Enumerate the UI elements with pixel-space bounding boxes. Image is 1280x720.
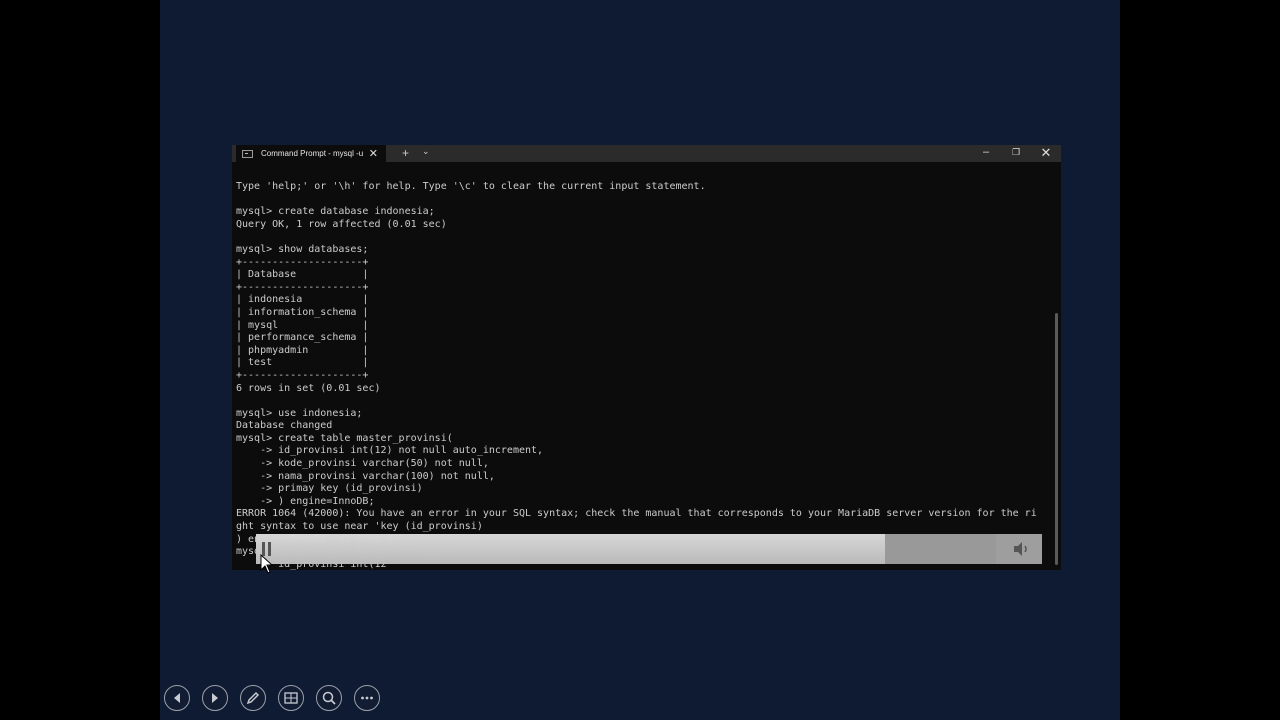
terminal-line: +--------------------+	[236, 281, 369, 293]
tab-close-icon[interactable]: ✕	[369, 147, 378, 160]
progress-fill	[256, 534, 885, 564]
title-bar: Command Prompt - mysql -u ✕ + ⌄ – ❐ ✕	[232, 145, 1061, 162]
new-tab-button[interactable]: +	[402, 146, 409, 160]
slides-grid-icon[interactable]	[278, 685, 304, 711]
terminal-icon	[242, 149, 253, 158]
terminal-line: -> id_provinsi int(12) not null auto_inc…	[236, 445, 544, 457]
more-options-icon[interactable]	[354, 685, 380, 711]
terminal-output[interactable]: Type 'help;' or '\h' for help. Type '\c'…	[236, 181, 1046, 571]
terminal-line: -> nama_provinsi varchar(100) not null,	[236, 470, 495, 482]
tab-dropdown-icon[interactable]: ⌄	[422, 146, 430, 157]
progress-track[interactable]	[256, 534, 996, 564]
terminal-line: | phpmyadmin |	[236, 344, 369, 356]
terminal-line: +--------------------+	[236, 369, 369, 381]
minimize-button[interactable]: –	[974, 145, 998, 162]
command-prompt-window[interactable]: Command Prompt - mysql -u ✕ + ⌄ – ❐ ✕ Ty…	[232, 145, 1061, 570]
terminal-line: Database changed	[236, 420, 333, 432]
terminal-line: mysql> create database indonesia;	[236, 206, 435, 218]
terminal-line: ght syntax to use near 'key (id_provinsi…	[236, 521, 483, 533]
terminal-line: -> ) engine=InnoDB;	[236, 495, 375, 507]
terminal-line: mysql> create table master_provinsi(	[236, 432, 453, 444]
previous-icon[interactable]	[164, 685, 190, 711]
tab-title: Command Prompt - mysql -u	[261, 149, 364, 158]
terminal-line: ERROR 1064 (42000): You have an error in…	[236, 508, 1037, 520]
terminal-line: | indonesia |	[236, 294, 369, 306]
terminal-line: | information_schema |	[236, 306, 369, 318]
terminal-line: Type 'help;' or '\h' for help. Type '\c'…	[236, 181, 706, 192]
terminal-line: 6 rows in set (0.01 sec)	[236, 382, 381, 394]
terminal-line: Query OK, 1 row affected (0.01 sec)	[236, 218, 447, 230]
zoom-icon[interactable]	[316, 685, 342, 711]
terminal-line: mysql> use indonesia;	[236, 407, 363, 419]
terminal-line: | performance_schema |	[236, 332, 369, 344]
pen-icon[interactable]	[240, 685, 266, 711]
terminal-line: | mysql |	[236, 319, 369, 331]
next-icon[interactable]	[202, 685, 228, 711]
terminal-line: +--------------------+	[236, 256, 369, 268]
maximize-button[interactable]: ❐	[1004, 145, 1028, 162]
scrollbar[interactable]	[1055, 313, 1058, 565]
media-controls	[256, 534, 1042, 564]
terminal-line: | test |	[236, 357, 369, 369]
volume-icon[interactable]	[1012, 541, 1032, 557]
mouse-cursor-icon	[260, 553, 274, 574]
terminal-tab[interactable]: Command Prompt - mysql -u ✕	[236, 145, 386, 162]
terminal-line: -> primay key (id_provinsi)	[236, 483, 423, 495]
terminal-line: -> kode_provinsi varchar(50) not null,	[236, 458, 489, 470]
terminal-line: mysql> show databases;	[236, 243, 369, 255]
close-button[interactable]: ✕	[1034, 145, 1058, 162]
terminal-line: | Database |	[236, 269, 369, 281]
